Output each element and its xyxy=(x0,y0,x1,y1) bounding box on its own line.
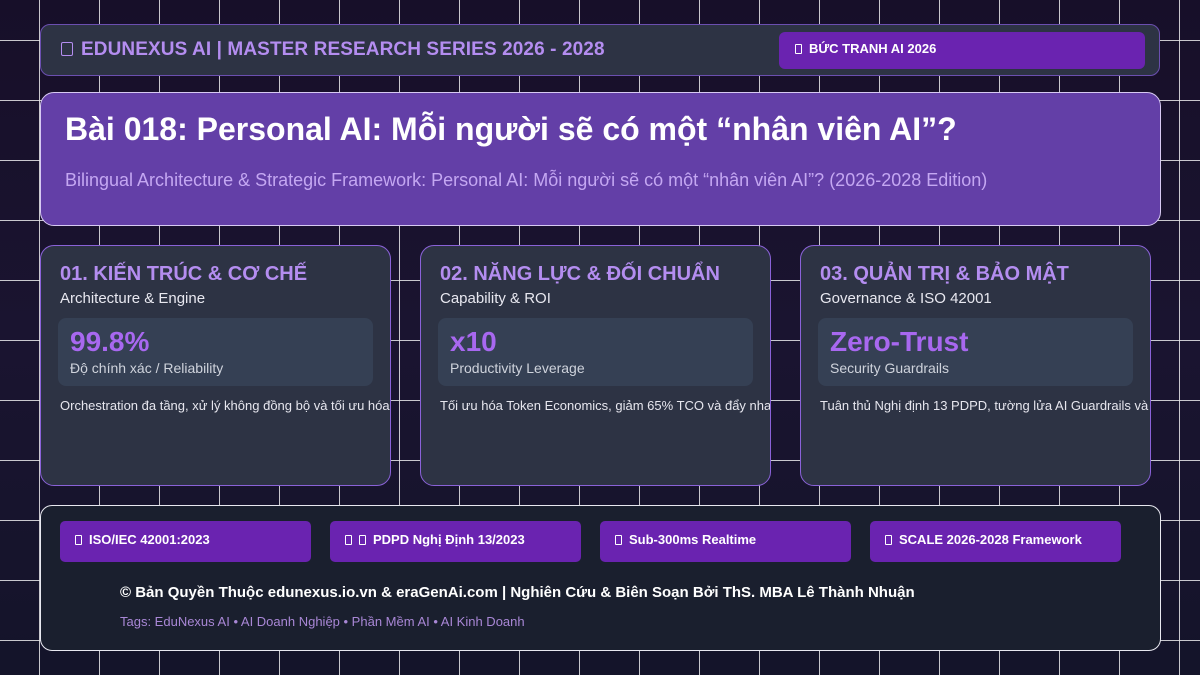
header-badge-label: BỨC TRANH AI 2026 xyxy=(809,41,937,56)
hero-panel: Bài 018: Personal AI: Mỗi người sẽ có mộ… xyxy=(40,92,1161,226)
header-badge[interactable]: BỨC TRANH AI 2026 xyxy=(779,32,1145,69)
brand-text: EDUNEXUS AI | MASTER RESEARCH SERIES 202… xyxy=(81,39,605,60)
chip-label: ISO/IEC 42001:2023 xyxy=(89,532,210,547)
chip-pdpd[interactable]: PDPD Nghị Định 13/2023 xyxy=(330,521,581,562)
chip-label: Sub-300ms Realtime xyxy=(629,532,757,547)
metric-label: Productivity Leverage xyxy=(450,360,585,376)
metric-label: Security Guardrails xyxy=(830,360,950,376)
tags-line: Tags: EduNexus AI • AI Doanh Nghiệp • Ph… xyxy=(120,614,525,629)
box-icon xyxy=(61,42,73,56)
card-subtitle: Architecture & Engine xyxy=(60,290,206,307)
card-description: Tuân thủ Nghị định 13 PDPD, tường lửa AI… xyxy=(820,398,1150,413)
box-icon xyxy=(75,535,82,545)
card-governance: 03. QUẢN TRỊ & BẢO MẬT Governance & ISO … xyxy=(800,245,1151,486)
box-icon xyxy=(795,44,802,54)
metric-label: Độ chính xác / Reliability xyxy=(70,360,224,376)
copyright-text: © Bản Quyền Thuộc edunexus.io.vn & eraGe… xyxy=(120,584,915,601)
card-title: 01. KIẾN TRÚC & CƠ CHẾ xyxy=(60,263,308,285)
card-architecture: 01. KIẾN TRÚC & CƠ CHẾ Architecture & En… xyxy=(40,245,391,486)
card-title: 03. QUẢN TRỊ & BẢO MẬT xyxy=(820,263,1069,285)
chip-scale[interactable]: SCALE 2026-2028 Framework xyxy=(870,521,1121,562)
box-icon xyxy=(885,535,892,545)
metric-box: x10 Productivity Leverage xyxy=(438,318,753,386)
metric-value: 99.8% xyxy=(70,326,150,357)
card-description: Orchestration đa tầng, xử lý không đồng … xyxy=(60,398,390,413)
card-subtitle: Capability & ROI xyxy=(440,290,551,307)
box-icon xyxy=(345,535,352,545)
chip-label: PDPD Nghị Định 13/2023 xyxy=(373,532,525,547)
chip-label: SCALE 2026-2028 Framework xyxy=(899,532,1082,547)
page-subtitle: Bilingual Architecture & Strategic Frame… xyxy=(65,170,988,190)
card-title: 02. NĂNG LỰC & ĐỐI CHUẨN xyxy=(440,263,720,285)
footer-panel: ISO/IEC 42001:2023 PDPD Nghị Định 13/202… xyxy=(40,505,1161,651)
metric-value: Zero-Trust xyxy=(830,326,969,357)
card-description: Tối ưu hóa Token Economics, giảm 65% TCO… xyxy=(440,398,771,413)
card-capability: 02. NĂNG LỰC & ĐỐI CHUẨN Capability & RO… xyxy=(420,245,771,486)
brand-title: EDUNEXUS AI | MASTER RESEARCH SERIES 202… xyxy=(61,39,605,61)
chip-iso[interactable]: ISO/IEC 42001:2023 xyxy=(60,521,311,562)
chip-realtime[interactable]: Sub-300ms Realtime xyxy=(600,521,851,562)
card-subtitle: Governance & ISO 42001 xyxy=(820,290,992,307)
top-bar: EDUNEXUS AI | MASTER RESEARCH SERIES 202… xyxy=(40,24,1160,76)
metric-box: Zero-Trust Security Guardrails xyxy=(818,318,1133,386)
page-title: Bài 018: Personal AI: Mỗi người sẽ có mộ… xyxy=(65,111,957,147)
box-icon xyxy=(359,535,366,545)
box-icon xyxy=(615,535,622,545)
metric-value: x10 xyxy=(450,326,497,357)
metric-box: 99.8% Độ chính xác / Reliability xyxy=(58,318,373,386)
